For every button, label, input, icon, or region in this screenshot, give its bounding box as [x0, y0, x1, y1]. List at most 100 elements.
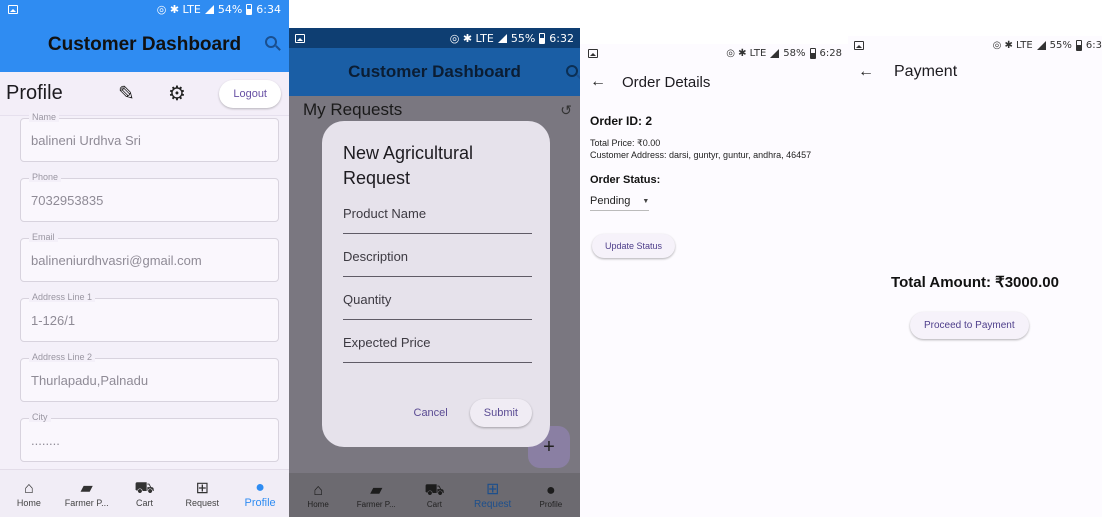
nav-item-request[interactable]: ⊞ Request: [176, 480, 228, 508]
cart-icon: ⛟: [134, 479, 155, 497]
nav-label: Home: [16, 497, 41, 508]
bottom-nav: ⌂ Home ▰ Farmer P... ⛟ Cart ⊞ Request ● Profi…: [0, 469, 289, 517]
nav-item-farmer-products[interactable]: ▰ Farmer P...: [351, 482, 401, 509]
status-time: 6:3: [1085, 39, 1102, 51]
nav-label: Profile: [539, 499, 563, 509]
image-notification-icon: [8, 4, 18, 14]
profile-header: Profile ✎ ⚙ Logout: [0, 72, 289, 116]
search-icon[interactable]: [265, 35, 277, 53]
address-line-2-field[interactable]: Address Line 2 Thurlapadu,Palnadu: [20, 352, 279, 402]
app-bar: Customer Dashboard: [289, 48, 580, 96]
field-value: 7032953835: [31, 193, 104, 208]
person-icon: ●: [546, 481, 556, 499]
nav-label: Profile: [244, 496, 276, 509]
image-notification-icon: [588, 48, 598, 58]
input-placeholder: Product Name: [343, 206, 427, 221]
bottom-nav: ⌂ Home ▰ Farmer P... ⛟ Cart ⊞ Request ● Profi…: [289, 473, 580, 517]
nav-item-cart[interactable]: ⛟ Cart: [409, 482, 459, 509]
field-label: Name: [29, 112, 60, 122]
signal-icon: [497, 33, 507, 43]
search-icon[interactable]: [566, 64, 578, 82]
submit-button[interactable]: Submit: [469, 399, 532, 427]
edit-icon[interactable]: ✎: [118, 81, 168, 106]
dropdown-value: Pending: [590, 195, 631, 207]
back-arrow-icon[interactable]: ←: [858, 63, 894, 81]
order-body: Order ID: 2 Total Price: ₹0.00 Customer …: [580, 102, 848, 258]
field-value: balineniurdhvasri@gmail.com: [31, 253, 202, 268]
back-arrow-icon[interactable]: ←: [590, 73, 622, 91]
signal-icon: [204, 4, 214, 14]
city-field[interactable]: City ........: [20, 412, 279, 462]
field-value: Thurlapadu,Palnadu: [31, 373, 149, 388]
top-app-bar: ← Payment: [848, 54, 1102, 90]
nav-item-home[interactable]: ⌂ Home: [293, 482, 343, 509]
page-title: Order Details: [622, 73, 711, 91]
nav-item-request[interactable]: ⊞ Request: [468, 481, 518, 510]
add-box-icon: ⊞: [195, 479, 209, 497]
gear-icon[interactable]: ⚙: [168, 81, 218, 106]
history-icon[interactable]: ↺: [560, 102, 572, 119]
proceed-to-payment-button[interactable]: Proceed to Payment: [910, 312, 1029, 339]
logout-button[interactable]: Logout: [219, 79, 281, 108]
input-placeholder: Description: [343, 249, 409, 264]
bag-icon: ▰: [370, 481, 383, 499]
status-icons: ◎ ✱ LTE: [726, 47, 767, 59]
address-line-1-field[interactable]: Address Line 1 1-126/1: [20, 292, 279, 342]
page-title: Profile: [6, 82, 63, 104]
name-field[interactable]: Name balineni Urdhva Sri: [20, 112, 279, 162]
nav-item-cart[interactable]: ⛟ Cart: [118, 480, 170, 508]
page-title: Payment: [894, 63, 958, 80]
status-bar: ◎ ✱ LTE 58% 6:28: [580, 44, 848, 62]
nav-label: Farmer P...: [356, 499, 396, 509]
total-amount: Total Amount: ₹3000.00: [891, 274, 1059, 291]
customer-address: Customer Address: darsi, guntyr, guntur,…: [590, 150, 812, 160]
status-time: 6:28: [819, 47, 842, 59]
top-app-bar: ← Order Details: [580, 62, 848, 102]
product-name-input[interactable]: Product Name: [343, 191, 532, 234]
input-placeholder: Quantity: [343, 292, 392, 307]
total-price: Total Price: ₹0.00: [590, 138, 661, 148]
nav-item-profile[interactable]: ● Profile: [526, 482, 576, 509]
battery-percent: 55%: [1049, 39, 1072, 51]
cancel-button[interactable]: Cancel: [414, 407, 448, 419]
profile-form: Name balineni Urdhva Sri Phone 703295383…: [20, 112, 279, 478]
update-status-button[interactable]: Update Status: [592, 234, 676, 258]
battery-icon: [246, 3, 253, 15]
nav-item-home[interactable]: ⌂ Home: [3, 480, 55, 508]
email-field[interactable]: Email balineniurdhvasri@gmail.com: [20, 232, 279, 282]
add-box-icon: ⊞: [485, 480, 500, 498]
nav-item-profile[interactable]: ● Profile: [234, 479, 286, 509]
phone-field[interactable]: Phone 7032953835: [20, 172, 279, 222]
image-notification-icon: [854, 40, 864, 50]
battery-percent: 54%: [217, 2, 243, 16]
requests-header: My Requests ↺: [289, 96, 580, 124]
signal-icon: [770, 48, 780, 58]
battery-percent: 58%: [783, 47, 806, 59]
app-title: Customer Dashboard: [348, 62, 521, 81]
field-label: Address Line 2: [29, 352, 96, 362]
quantity-input[interactable]: Quantity: [343, 277, 532, 320]
new-request-dialog: New Agricultural Request Product Name De…: [322, 121, 550, 447]
request-screen: ◎ ✱ LTE 55% 6:32 Customer Dashboard My R…: [289, 28, 580, 517]
nav-label: Farmer P...: [64, 497, 109, 508]
cart-icon: ⛟: [424, 481, 445, 499]
field-value: 1-126/1: [31, 313, 76, 328]
order-details-screen: ◎ ✱ LTE 58% 6:28 ← Order Details Order I…: [580, 44, 848, 517]
battery-icon: [809, 47, 816, 59]
expected-price-input[interactable]: Expected Price: [343, 320, 532, 363]
nav-label: Cart: [135, 497, 153, 508]
section-title: My Requests: [303, 100, 403, 119]
status-time: 6:32: [549, 31, 574, 45]
field-value: balineni Urdhva Sri: [31, 133, 141, 148]
description-input[interactable]: Description: [343, 234, 532, 277]
home-icon: ⌂: [24, 479, 34, 497]
status-bar: ◎ ✱ LTE 55% 6:32: [289, 28, 580, 48]
payment-screen: ◎ ✱ LTE 55% 6:3 ← Payment Total Amount: …: [848, 36, 1102, 517]
order-status-dropdown[interactable]: Pending ▼: [590, 195, 650, 211]
nav-item-farmer-products[interactable]: ▰ Farmer P...: [61, 480, 113, 508]
profile-screen: ◎ ✱ LTE 54% 6:34 Customer Dashboard Prof…: [0, 0, 289, 517]
nav-label: Cart: [426, 499, 443, 509]
dialog-actions: Cancel Submit: [414, 399, 532, 427]
status-icons: ◎ ✱ LTE: [449, 31, 494, 45]
battery-icon: [1075, 39, 1082, 51]
